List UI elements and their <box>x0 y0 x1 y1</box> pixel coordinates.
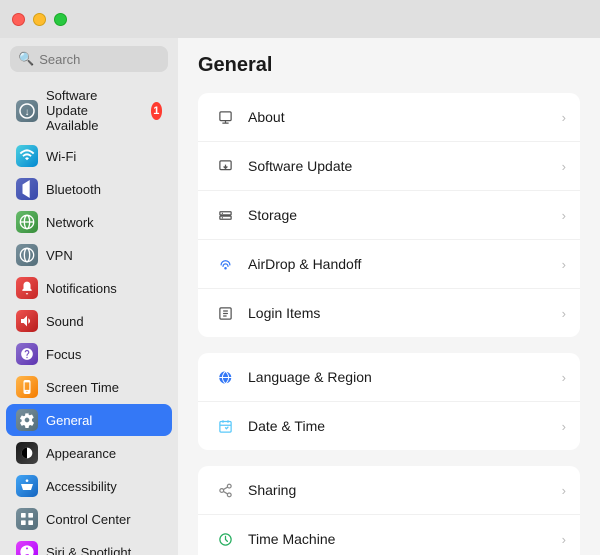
sidebar-label-bluetooth: Bluetooth <box>46 182 101 197</box>
settings-row-language[interactable]: Language & Region › <box>198 353 580 402</box>
settings-row-storage[interactable]: Storage › <box>198 191 580 240</box>
login-items-row-label: Login Items <box>248 305 552 321</box>
software-update-chevron: › <box>562 159 566 174</box>
sidebar-label-accessibility: Accessibility <box>46 479 117 494</box>
sidebar-label-network: Network <box>46 215 94 230</box>
sidebar-item-general[interactable]: General <box>6 404 172 436</box>
sidebar-item-notifications[interactable]: Notifications <box>6 272 172 304</box>
sidebar-label-focus: Focus <box>46 347 81 362</box>
sharing-row-icon <box>212 477 238 503</box>
controlcenter-icon <box>16 508 38 530</box>
settings-row-timemachine[interactable]: Time Machine › <box>198 515 580 555</box>
sidebar-label-general: General <box>46 413 92 428</box>
main-container: 🔍 ↓ Software Update Available 1 Wi-Fi Blu… <box>0 38 600 555</box>
login-items-row-icon <box>212 300 238 326</box>
page-title: General <box>198 54 580 77</box>
settings-groups: About›Software Update›Storage›AirDrop & … <box>198 93 580 555</box>
sidebar-item-siri[interactable]: Siri & Spotlight <box>6 536 172 555</box>
sidebar: 🔍 ↓ Software Update Available 1 Wi-Fi Blu… <box>0 38 178 555</box>
search-input[interactable] <box>39 52 160 67</box>
sidebar-label-appearance: Appearance <box>46 446 116 461</box>
sidebar-label-wifi: Wi-Fi <box>46 149 76 164</box>
notifications-icon <box>16 277 38 299</box>
search-icon: 🔍 <box>18 51 34 67</box>
timemachine-row-label: Time Machine <box>248 531 552 547</box>
sidebar-item-softwareupdate[interactable]: ↓ Software Update Available 1 <box>6 83 172 138</box>
sidebar-item-accessibility[interactable]: Accessibility <box>6 470 172 502</box>
airdrop-chevron: › <box>562 257 566 272</box>
sharing-row-label: Sharing <box>248 482 552 498</box>
sidebar-software-update-label: Software Update Available <box>46 88 143 133</box>
content-area: General About›Software Update›Storage›Ai… <box>178 38 600 555</box>
sidebar-item-wifi[interactable]: Wi-Fi <box>6 140 172 172</box>
timemachine-row-icon <box>212 526 238 552</box>
sidebar-item-screentime[interactable]: Screen Time <box>6 371 172 403</box>
timemachine-chevron: › <box>562 532 566 547</box>
sidebar-item-focus[interactable]: Focus <box>6 338 172 370</box>
sharing-chevron: › <box>562 483 566 498</box>
datetime-chevron: › <box>562 419 566 434</box>
airdrop-row-icon <box>212 251 238 277</box>
minimize-button[interactable] <box>33 13 46 26</box>
about-row-label: About <box>248 109 552 125</box>
storage-row-icon <box>212 202 238 228</box>
settings-row-login-items[interactable]: Login Items › <box>198 289 580 337</box>
sidebar-label-vpn: VPN <box>46 248 73 263</box>
sidebar-label-sound: Sound <box>46 314 84 329</box>
focus-icon <box>16 343 38 365</box>
airdrop-row-label: AirDrop & Handoff <box>248 256 552 272</box>
settings-row-datetime[interactable]: Date & Time › <box>198 402 580 450</box>
language-chevron: › <box>562 370 566 385</box>
close-button[interactable] <box>12 13 25 26</box>
sidebar-item-vpn[interactable]: VPN <box>6 239 172 271</box>
datetime-row-label: Date & Time <box>248 418 552 434</box>
software-update-badge: 1 <box>151 102 162 120</box>
about-chevron: › <box>562 110 566 125</box>
settings-row-software-update[interactable]: Software Update › <box>198 142 580 191</box>
sidebar-item-controlcenter[interactable]: Control Center <box>6 503 172 535</box>
sound-icon <box>16 310 38 332</box>
bluetooth-icon <box>16 178 38 200</box>
settings-row-about[interactable]: About › <box>198 93 580 142</box>
settings-row-sharing[interactable]: Sharing › <box>198 466 580 515</box>
sidebar-label-notifications: Notifications <box>46 281 117 296</box>
storage-row-label: Storage <box>248 207 552 223</box>
settings-group-1: Language & Region › Date & Time › <box>198 353 580 450</box>
wifi-icon <box>16 145 38 167</box>
sidebar-item-appearance[interactable]: Appearance <box>6 437 172 469</box>
vpn-icon <box>16 244 38 266</box>
appearance-icon <box>16 442 38 464</box>
general-icon <box>16 409 38 431</box>
svg-text:↓: ↓ <box>25 107 30 118</box>
maximize-button[interactable] <box>54 13 67 26</box>
language-row-label: Language & Region <box>248 369 552 385</box>
sidebar-item-bluetooth[interactable]: Bluetooth <box>6 173 172 205</box>
software-update-row-icon <box>212 153 238 179</box>
sidebar-label-siri: Siri & Spotlight <box>46 545 131 555</box>
accessibility-icon <box>16 475 38 497</box>
sidebar-item-sound[interactable]: Sound <box>6 305 172 337</box>
sidebar-label-screentime: Screen Time <box>46 380 119 395</box>
software-update-row-label: Software Update <box>248 158 552 174</box>
datetime-row-icon <box>212 413 238 439</box>
network-icon <box>16 211 38 233</box>
about-row-icon <box>212 104 238 130</box>
software-update-icon: ↓ <box>16 100 38 122</box>
title-bar <box>0 0 600 38</box>
screentime-icon <box>16 376 38 398</box>
settings-row-airdrop[interactable]: AirDrop & Handoff › <box>198 240 580 289</box>
storage-chevron: › <box>562 208 566 223</box>
language-row-icon <box>212 364 238 390</box>
sidebar-label-controlcenter: Control Center <box>46 512 131 527</box>
login-items-chevron: › <box>562 306 566 321</box>
sidebar-item-network[interactable]: Network <box>6 206 172 238</box>
search-box[interactable]: 🔍 <box>10 46 168 72</box>
siri-icon <box>16 541 38 555</box>
settings-group-0: About›Software Update›Storage›AirDrop & … <box>198 93 580 337</box>
sidebar-items: Wi-Fi Bluetooth Network VPN Notifications Sou… <box>0 139 178 555</box>
settings-group-2: Sharing›Time Machine›Transfer or Reset›S… <box>198 466 580 555</box>
